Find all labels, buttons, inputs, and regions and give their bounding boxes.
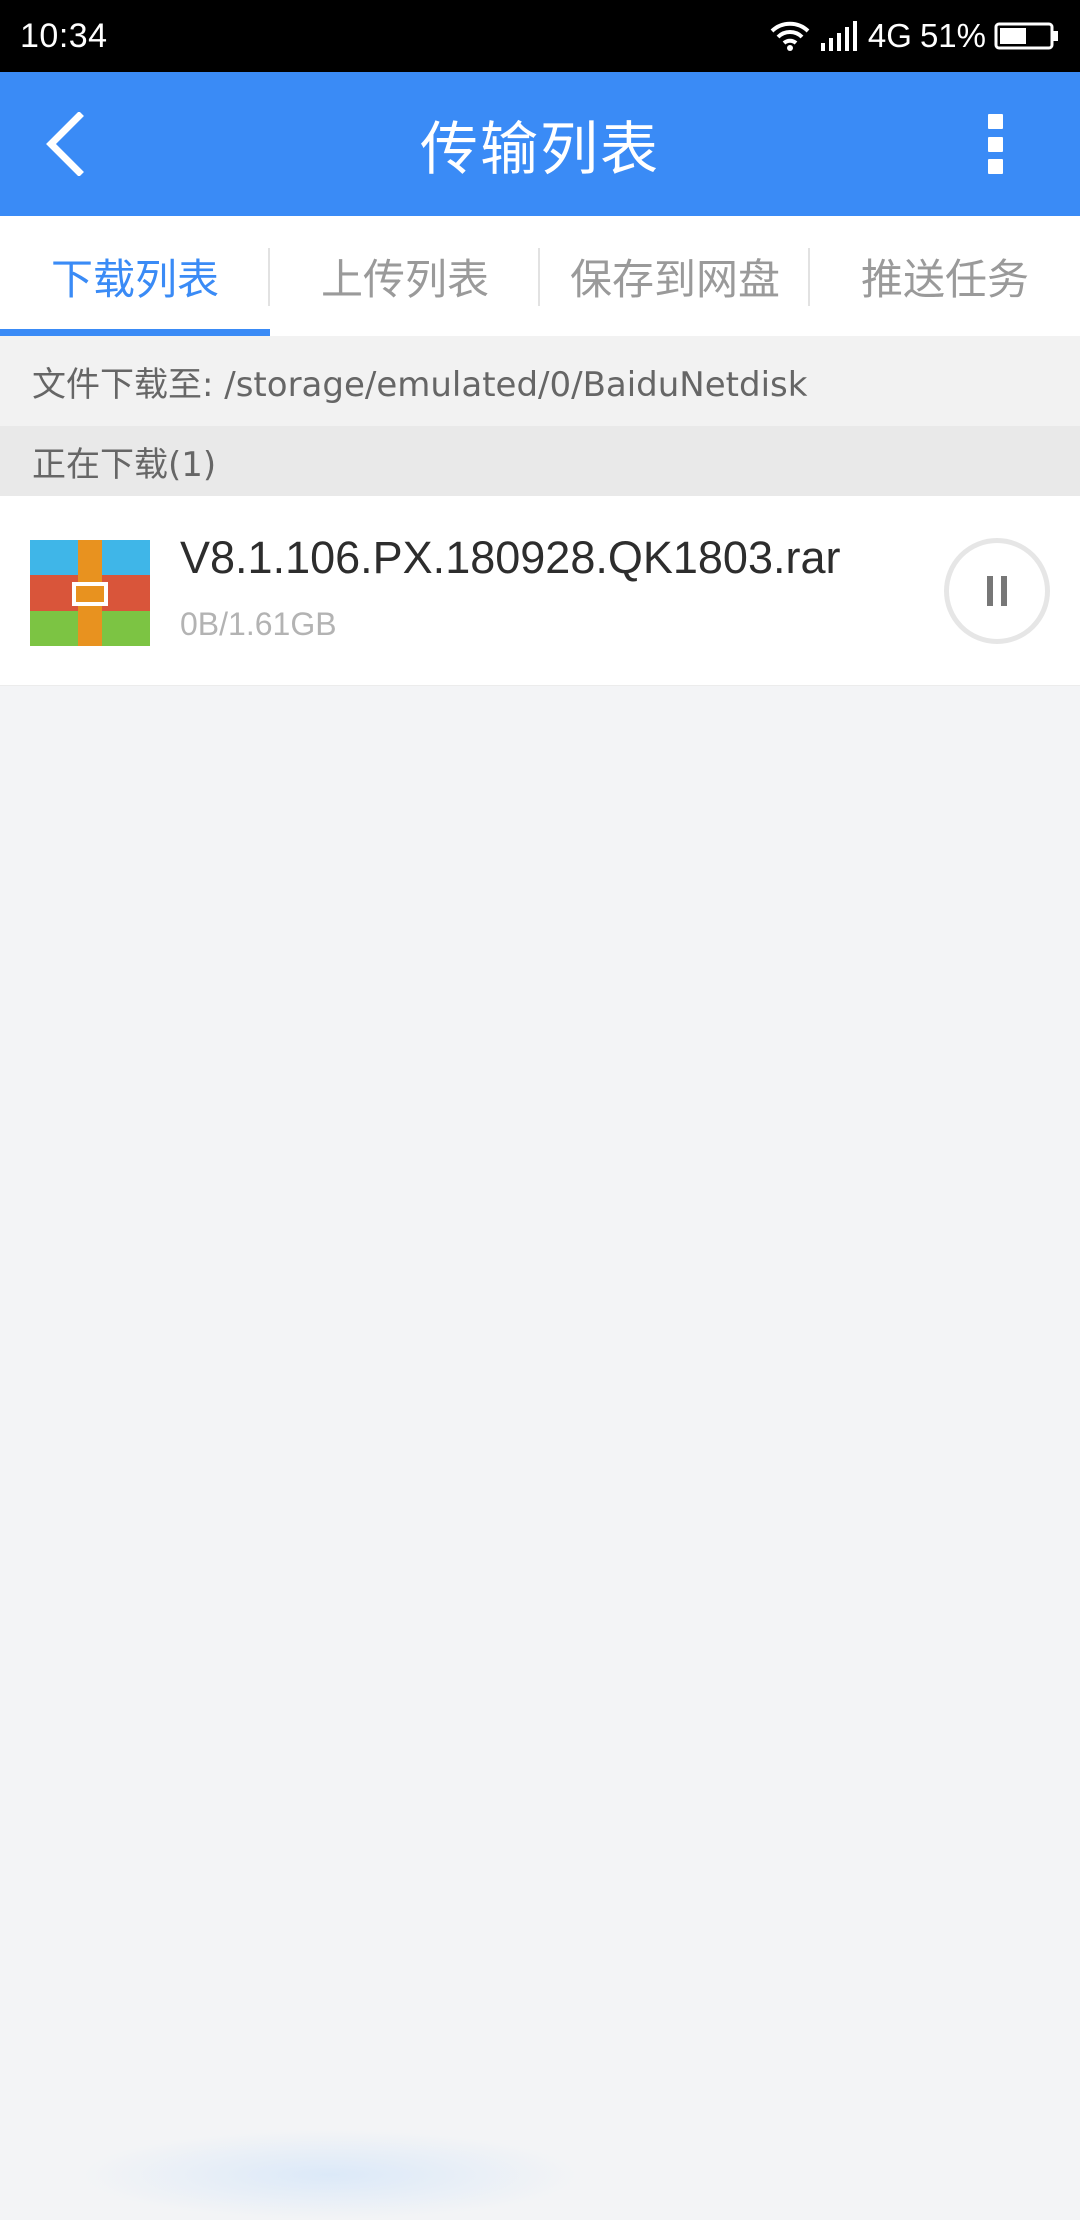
tab-downloads[interactable]: 下载列表 (0, 216, 270, 336)
tab-bar: 下载列表 上传列表 保存到网盘 推送任务 (0, 216, 1080, 336)
empty-content-area (0, 686, 1080, 2220)
tab-uploads[interactable]: 上传列表 (270, 216, 540, 336)
tab-push-tasks[interactable]: 推送任务 (810, 216, 1080, 336)
chevron-left-icon (46, 112, 84, 176)
tab-label: 推送任务 (860, 254, 1029, 304)
more-vertical-icon (987, 114, 1003, 129)
file-name: V8.1.106.PX.180928.QK1803.rar (180, 532, 841, 583)
status-bar: 10:34 4G 51% (0, 0, 1080, 72)
app-bar: 传输列表 (0, 72, 1080, 216)
archive-file-icon (30, 540, 150, 646)
battery-percent: 51% (919, 17, 986, 54)
tab-label: 下载列表 (50, 254, 219, 304)
list-item[interactable]: V8.1.106.PX.180928.QK1803.rar 0B/1.61GB (0, 496, 1080, 686)
pause-button[interactable] (944, 538, 1050, 644)
section-header-downloading: 正在下载(1) (0, 426, 1080, 496)
signal-icon (820, 19, 860, 53)
pause-icon (987, 576, 993, 606)
status-icons: 4G 51% (768, 17, 1060, 55)
wifi-icon (768, 19, 812, 53)
tab-label: 上传列表 (320, 254, 489, 304)
battery-icon (994, 21, 1060, 51)
download-progress: 0B/1.61GB (180, 606, 337, 642)
tab-save-to-cloud[interactable]: 保存到网盘 (540, 216, 810, 336)
more-options-button[interactable] (970, 108, 1020, 180)
tab-label: 保存到网盘 (569, 254, 780, 304)
page-title: 传输列表 (419, 115, 660, 183)
decorative-glow (80, 2130, 580, 2220)
back-button[interactable] (30, 109, 100, 179)
network-type: 4G (867, 17, 912, 54)
status-time: 10:34 (20, 16, 108, 55)
download-path: 文件下载至: /storage/emulated/0/BaiduNetdisk (0, 336, 1080, 426)
